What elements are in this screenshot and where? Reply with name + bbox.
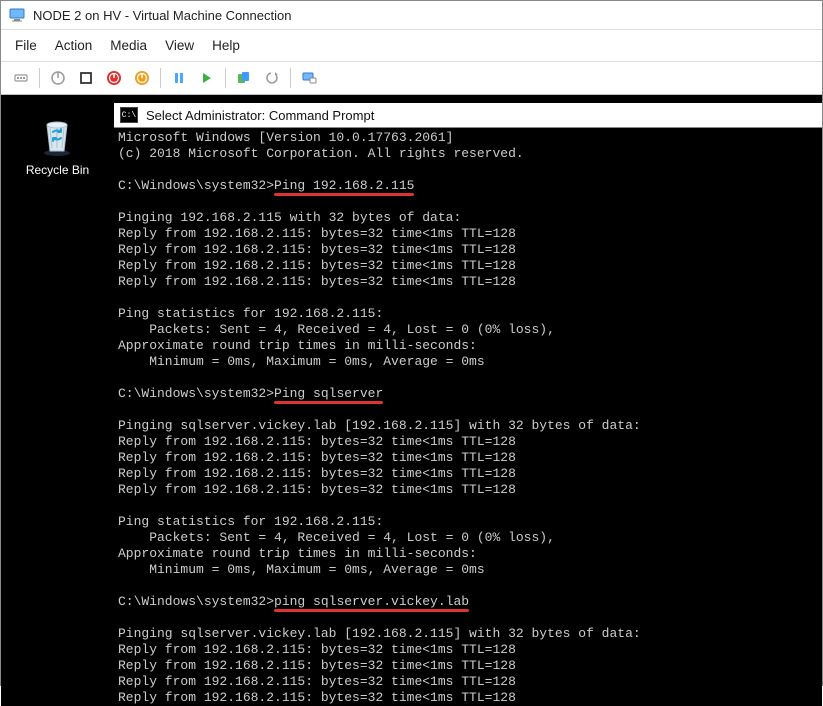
- console-line: Reply from 192.168.2.115: bytes=32 time<…: [118, 658, 516, 673]
- console-line: Packets: Sent = 4, Received = 4, Lost = …: [118, 530, 555, 545]
- toolbar-separator: [39, 68, 40, 88]
- console-line: Approximate round trip times in milli-se…: [118, 338, 477, 353]
- menu-help[interactable]: Help: [212, 38, 240, 53]
- console-line: Pinging sqlserver.vickey.lab [192.168.2.…: [118, 418, 641, 433]
- shut-down-button[interactable]: [102, 66, 126, 90]
- enhanced-session-button[interactable]: [297, 66, 321, 90]
- ctrl-alt-del-button[interactable]: [9, 66, 33, 90]
- command-prompt-icon: C:\: [120, 107, 138, 123]
- menu-media[interactable]: Media: [110, 38, 147, 53]
- console-prompt: C:\Windows\system32>: [118, 386, 274, 401]
- console-line: Reply from 192.168.2.115: bytes=32 time<…: [118, 674, 516, 689]
- reset-button[interactable]: [195, 66, 219, 90]
- console-line: Reply from 192.168.2.115: bytes=32 time<…: [118, 642, 516, 657]
- console-line: Pinging 192.168.2.115 with 32 bytes of d…: [118, 210, 461, 225]
- desktop-icons: Recycle Bin: [1, 95, 114, 706]
- recycle-bin-icon[interactable]: Recycle Bin: [26, 111, 89, 177]
- console-line: Reply from 192.168.2.115: bytes=32 time<…: [118, 482, 516, 497]
- console-line: Reply from 192.168.2.115: bytes=32 time<…: [118, 242, 516, 257]
- console-line: Approximate round trip times in milli-se…: [118, 546, 477, 561]
- vm-desktop: Recycle Bin C:\ Select Administrator: Co…: [1, 95, 822, 706]
- save-button[interactable]: [130, 66, 154, 90]
- console-line: Minimum = 0ms, Maximum = 0ms, Average = …: [118, 354, 485, 369]
- console-line: (c) 2018 Microsoft Corporation. All righ…: [118, 146, 524, 161]
- console-line: Packets: Sent = 4, Received = 4, Lost = …: [118, 322, 555, 337]
- command-prompt-title: Select Administrator: Command Prompt: [146, 108, 374, 123]
- window-title: NODE 2 on HV - Virtual Machine Connectio…: [33, 8, 291, 23]
- console-line: Reply from 192.168.2.115: bytes=32 time<…: [118, 258, 516, 273]
- console-line: Ping statistics for 192.168.2.115:: [118, 514, 383, 529]
- checkpoint-button[interactable]: [232, 66, 256, 90]
- pause-button[interactable]: [167, 66, 191, 90]
- vm-connection-icon: [9, 7, 25, 23]
- toolbar-separator: [290, 68, 291, 88]
- console-line: Reply from 192.168.2.115: bytes=32 time<…: [118, 226, 516, 241]
- menubar: File Action Media View Help: [1, 30, 822, 62]
- console-line: Reply from 192.168.2.115: bytes=32 time<…: [118, 690, 516, 705]
- menu-file[interactable]: File: [15, 38, 37, 53]
- start-button[interactable]: [46, 66, 70, 90]
- console-line: Reply from 192.168.2.115: bytes=32 time<…: [118, 434, 516, 449]
- console-line: Reply from 192.168.2.115: bytes=32 time<…: [118, 274, 516, 289]
- console-command: Ping sqlserver: [274, 386, 383, 401]
- recycle-bin-label: Recycle Bin: [26, 163, 89, 177]
- toolbar-separator: [225, 68, 226, 88]
- console-line: Ping statistics for 192.168.2.115:: [118, 306, 383, 321]
- menu-view[interactable]: View: [165, 38, 194, 53]
- command-prompt-body[interactable]: Microsoft Windows [Version 10.0.17763.20…: [114, 128, 822, 706]
- window-titlebar: NODE 2 on HV - Virtual Machine Connectio…: [1, 1, 822, 30]
- revert-button[interactable]: [260, 66, 284, 90]
- console-command: Ping 192.168.2.115: [274, 178, 414, 193]
- console-prompt: C:\Windows\system32>: [118, 178, 274, 193]
- toolbar-separator: [160, 68, 161, 88]
- console-command: ping sqlserver.vickey.lab: [274, 594, 469, 609]
- console-line: Microsoft Windows [Version 10.0.17763.20…: [118, 130, 453, 145]
- console-line: Reply from 192.168.2.115: bytes=32 time<…: [118, 450, 516, 465]
- console-prompt: C:\Windows\system32>: [118, 594, 274, 609]
- command-prompt-window: C:\ Select Administrator: Command Prompt…: [114, 103, 822, 706]
- console-line: Reply from 192.168.2.115: bytes=32 time<…: [118, 466, 516, 481]
- command-prompt-titlebar[interactable]: C:\ Select Administrator: Command Prompt: [114, 103, 822, 128]
- console-line: Pinging sqlserver.vickey.lab [192.168.2.…: [118, 626, 641, 641]
- toolbar: [1, 62, 822, 95]
- menu-action[interactable]: Action: [55, 38, 93, 53]
- console-line: Minimum = 0ms, Maximum = 0ms, Average = …: [118, 562, 485, 577]
- turn-off-button[interactable]: [74, 66, 98, 90]
